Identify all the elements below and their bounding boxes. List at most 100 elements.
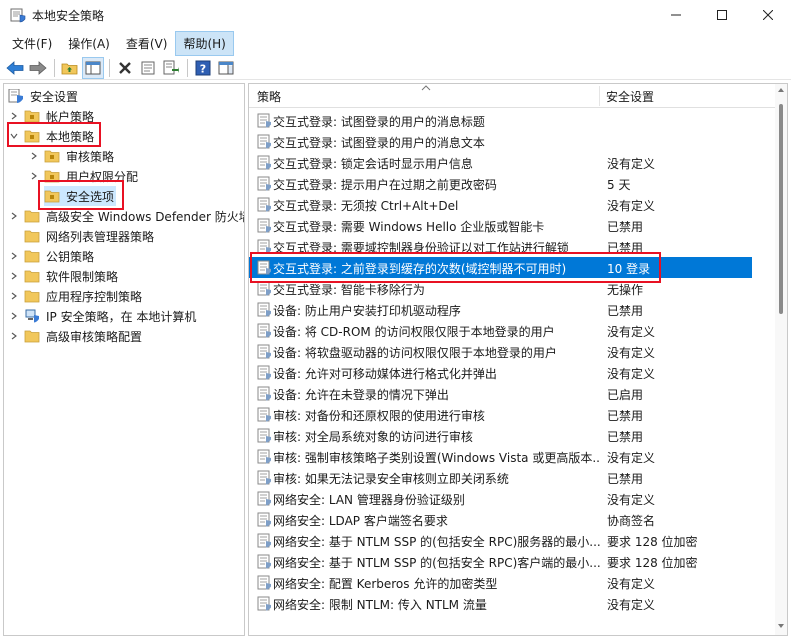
tree-item-ip-security[interactable]: IP 安全策略，在 本地计算机 bbox=[8, 306, 198, 326]
table-row[interactable]: 网络安全: LDAP 客户端签名要求 协商签名 bbox=[249, 509, 752, 530]
table-row[interactable]: 交互式登录: 需要域控制器身份验证以对工作站进行解锁 已禁用 bbox=[249, 236, 752, 257]
console-tree[interactable]: 安全设置 帐户策略 本地策略 审核策略 用户权限分配 安全选项 高级安全 Win… bbox=[3, 83, 245, 636]
tree-item-advanced-audit[interactable]: 高级审核策略配置 bbox=[8, 326, 144, 346]
policy-setting-value: 10 登录 bbox=[607, 262, 651, 276]
policy-setting-value: 已禁用 bbox=[607, 241, 644, 255]
table-row[interactable]: 审核: 如果无法记录安全审核则立即关闭系统 已禁用 bbox=[249, 467, 752, 488]
column-header-setting[interactable]: 安全设置 bbox=[606, 84, 654, 108]
delete-button[interactable] bbox=[114, 57, 136, 79]
policy-name: 交互式登录: 试图登录的用户的消息标题 bbox=[273, 115, 485, 129]
menu-view[interactable]: 查看(V) bbox=[118, 31, 176, 56]
tree-item-account-policies[interactable]: 帐户策略 bbox=[8, 106, 96, 126]
tree-item-public-key-policies[interactable]: 公钥策略 bbox=[8, 246, 96, 266]
back-button[interactable] bbox=[4, 57, 26, 79]
folder-icon bbox=[24, 110, 40, 123]
menu-action[interactable]: 操作(A) bbox=[60, 31, 118, 56]
local-security-policy-app-icon bbox=[10, 8, 26, 23]
tree-item-software-restriction[interactable]: 软件限制策略 bbox=[8, 266, 120, 286]
tree-item-security-settings[interactable]: 安全设置 bbox=[8, 86, 80, 106]
table-row[interactable]: 设备: 允许对可移动媒体进行格式化并弹出 没有定义 bbox=[249, 362, 752, 383]
table-row[interactable]: 交互式登录: 锁定会话时显示用户信息 没有定义 bbox=[249, 152, 752, 173]
policy-item-icon bbox=[257, 155, 271, 170]
table-row[interactable]: 交互式登录: 无须按 Ctrl+Alt+Del 没有定义 bbox=[249, 194, 752, 215]
policy-item-icon bbox=[257, 197, 271, 212]
chevron-right-icon[interactable] bbox=[8, 270, 20, 282]
chevron-right-icon[interactable] bbox=[8, 210, 20, 222]
folder-icon bbox=[24, 270, 40, 283]
tree-item-local-policies[interactable]: 本地策略 bbox=[8, 126, 96, 146]
policy-name: 网络安全: 基于 NTLM SSP 的(包括安全 RPC)服务器的最小... bbox=[273, 535, 601, 549]
chevron-right-icon[interactable] bbox=[8, 110, 20, 122]
table-row[interactable]: 网络安全: 限制 NTLM: 传入 NTLM 流量 没有定义 bbox=[249, 593, 752, 614]
export-list-button[interactable] bbox=[160, 57, 182, 79]
policy-name: 审核: 强制审核策略子类别设置(Windows Vista 或更高版本... bbox=[273, 451, 601, 465]
table-row[interactable]: 交互式登录: 试图登录的用户的消息标题 bbox=[249, 110, 752, 131]
folder-icon bbox=[24, 290, 40, 303]
up-level-button[interactable] bbox=[59, 57, 81, 79]
table-row[interactable]: 设备: 将 CD-ROM 的访问权限仅限于本地登录的用户 没有定义 bbox=[249, 320, 752, 341]
policy-setting-value: 没有定义 bbox=[607, 346, 656, 360]
table-row[interactable]: 审核: 强制审核策略子类别设置(Windows Vista 或更高版本... 没有… bbox=[249, 446, 752, 467]
policy-list[interactable]: 策略 安全设置 交互式登录: 试图登录的用户的消息标题交互式登录: 试图登录的用… bbox=[248, 83, 788, 636]
table-row[interactable]: 交互式登录: 智能卡移除行为 无操作 bbox=[249, 278, 752, 299]
tree-item-application-control[interactable]: 应用程序控制策略 bbox=[8, 286, 144, 306]
policy-item-icon bbox=[257, 575, 271, 590]
minimize-button[interactable] bbox=[653, 0, 699, 30]
chevron-right-icon[interactable] bbox=[8, 290, 20, 302]
forward-button[interactable] bbox=[27, 57, 49, 79]
table-row[interactable]: 网络安全: 基于 NTLM SSP 的(包括安全 RPC)服务器的最小... 要求… bbox=[249, 530, 752, 551]
table-row[interactable]: 交互式登录: 之前登录到缓存的次数(域控制器不可用时) 10 登录 bbox=[249, 257, 752, 278]
chevron-right-icon[interactable] bbox=[8, 310, 20, 322]
column-header-policy[interactable]: 策略 bbox=[257, 84, 281, 108]
tree-item-audit-policy[interactable]: 审核策略 bbox=[28, 146, 116, 166]
tree-item-defender-firewall[interactable]: 高级安全 Windows Defender 防火墙 bbox=[8, 206, 244, 226]
policy-setting-value: 没有定义 bbox=[607, 577, 656, 591]
table-row[interactable]: 设备: 将软盘驱动器的访问权限仅限于本地登录的用户 没有定义 bbox=[249, 341, 752, 362]
chevron-down-icon[interactable] bbox=[8, 130, 20, 142]
menu-file[interactable]: 文件(F) bbox=[4, 31, 60, 56]
policy-setting-value: 要求 128 位加密 bbox=[607, 535, 698, 549]
scroll-up-arrow-icon[interactable] bbox=[778, 88, 784, 92]
up-folder-icon bbox=[61, 63, 78, 74]
table-row[interactable]: 设备: 允许在未登录的情况下弹出 已启用 bbox=[249, 383, 752, 404]
tree-item-network-list-manager[interactable]: 网络列表管理器策略 bbox=[24, 226, 156, 246]
chevron-right-icon[interactable] bbox=[8, 330, 20, 342]
table-row[interactable]: 审核: 对备份和还原权限的使用进行审核 已禁用 bbox=[249, 404, 752, 425]
tree-item-security-options[interactable]: 安全选项 bbox=[44, 186, 117, 206]
scrollbar-thumb[interactable] bbox=[779, 104, 783, 314]
table-row[interactable]: 设备: 防止用户安装打印机驱动程序 已禁用 bbox=[249, 299, 752, 320]
policy-setting-value: 协商签名 bbox=[607, 514, 656, 528]
chevron-right-icon[interactable] bbox=[28, 150, 40, 162]
tree-item-user-rights-assignment[interactable]: 用户权限分配 bbox=[28, 166, 140, 186]
tree-label: 公钥策略 bbox=[46, 249, 95, 264]
policy-setting-value: 已禁用 bbox=[607, 430, 644, 444]
scroll-down-arrow-icon[interactable] bbox=[778, 624, 784, 628]
table-row[interactable]: 交互式登录: 试图登录的用户的消息文本 bbox=[249, 131, 752, 152]
show-hide-tree-button[interactable] bbox=[82, 56, 104, 79]
close-button[interactable] bbox=[745, 0, 791, 30]
table-row[interactable]: 网络安全: LAN 管理器身份验证级别 没有定义 bbox=[249, 488, 752, 509]
help-button[interactable]: ? bbox=[192, 57, 214, 79]
chevron-right-icon[interactable] bbox=[28, 170, 40, 182]
policy-item-icon bbox=[257, 344, 271, 359]
policy-item-icon bbox=[257, 260, 271, 275]
policy-item-icon bbox=[257, 386, 271, 401]
column-divider[interactable] bbox=[599, 86, 600, 106]
policy-name: 交互式登录: 需要域控制器身份验证以对工作站进行解锁 bbox=[273, 241, 569, 255]
properties-button[interactable] bbox=[137, 57, 159, 79]
folder-icon bbox=[44, 150, 60, 163]
table-row[interactable]: 网络安全: 基于 NTLM SSP 的(包括安全 RPC)客户端的最小... 要求… bbox=[249, 551, 752, 572]
vertical-scrollbar[interactable] bbox=[775, 84, 787, 635]
table-row[interactable]: 审核: 对全局系统对象的访问进行审核 已禁用 bbox=[249, 425, 752, 446]
table-row[interactable]: 网络安全: 配置 Kerberos 允许的加密类型 没有定义 bbox=[249, 572, 752, 593]
policy-name: 交互式登录: 智能卡移除行为 bbox=[273, 283, 425, 297]
chevron-right-icon[interactable] bbox=[8, 250, 20, 262]
table-row[interactable]: 交互式登录: 提示用户在过期之前更改密码 5 天 bbox=[249, 173, 752, 194]
maximize-button[interactable] bbox=[699, 0, 745, 30]
menu-help[interactable]: 帮助(H) bbox=[175, 30, 234, 56]
table-row[interactable]: 交互式登录: 需要 Windows Hello 企业版或智能卡 已禁用 bbox=[249, 215, 752, 236]
show-hide-pane-button[interactable] bbox=[215, 57, 237, 79]
toolbar: ? bbox=[0, 56, 791, 80]
tree-label: 高级审核策略配置 bbox=[46, 329, 143, 344]
policy-item-icon bbox=[257, 176, 271, 191]
